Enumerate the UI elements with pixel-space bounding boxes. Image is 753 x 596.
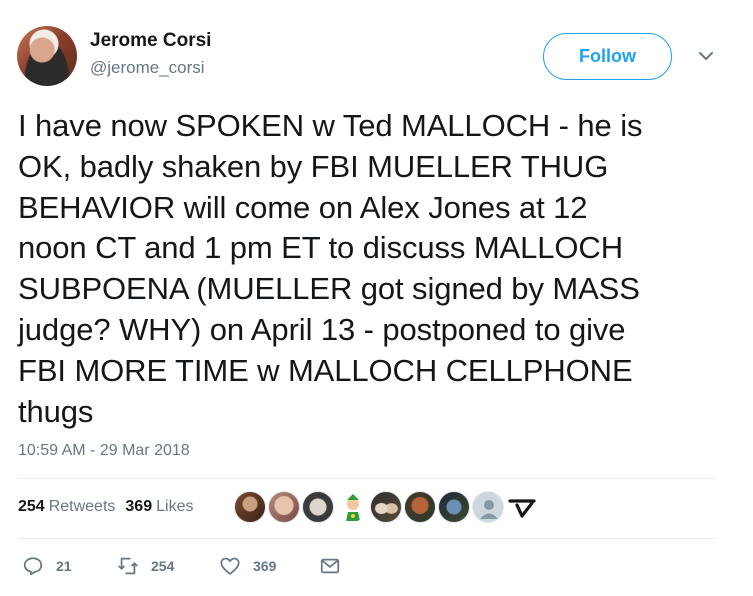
reply-button[interactable]: 21 (22, 554, 72, 578)
likes-stat[interactable]: 369 Likes (125, 498, 193, 516)
default-profile-icon (480, 500, 498, 519)
author-handle[interactable]: @jerome_corsi (90, 58, 205, 78)
likes-label: Likes (156, 498, 194, 515)
liker-avatar-2[interactable] (268, 491, 300, 523)
liker-avatar-8[interactable] (472, 491, 504, 523)
tweet-text: I have now SPOKEN w Ted MALLOCH - he is … (18, 108, 643, 429)
liker-avatar-4[interactable] (336, 491, 368, 523)
chevron-down-icon[interactable] (698, 50, 714, 62)
liker-avatar-5[interactable] (370, 491, 402, 523)
divider (18, 538, 716, 539)
heart-icon (220, 557, 240, 575)
tweet-stats: 254 Retweets 369 Likes (18, 498, 193, 516)
reply-icon (23, 557, 43, 576)
liker-avatar-1[interactable] (234, 491, 266, 523)
retweet-icon (118, 557, 138, 575)
tweet-timestamp[interactable]: 10:59 AM - 29 Mar 2018 (18, 442, 190, 460)
liker-avatar-9[interactable] (506, 491, 538, 523)
reply-count: 21 (56, 558, 72, 574)
tweet-card: Jerome Corsi @jerome_corsi Follow I have… (0, 0, 753, 596)
divider (18, 478, 716, 479)
retweet-button[interactable]: 254 (117, 554, 174, 578)
follow-button[interactable]: Follow (543, 33, 672, 80)
retweets-count: 254 (18, 498, 45, 515)
liker-avatar-3[interactable] (302, 491, 334, 523)
logo-glyph-icon (508, 499, 536, 518)
liker-avatar-7[interactable] (438, 491, 470, 523)
author-name[interactable]: Jerome Corsi (90, 30, 211, 52)
likes-count: 369 (125, 498, 153, 515)
retweets-stat[interactable]: 254 Retweets (18, 498, 115, 516)
liker-avatar-6[interactable] (404, 491, 436, 523)
like-button[interactable]: 369 (219, 554, 276, 578)
liked-by-avatars (234, 491, 538, 523)
leprechaun-icon (346, 494, 360, 521)
author-avatar[interactable] (17, 26, 77, 86)
like-count: 369 (253, 558, 277, 574)
retweet-count: 254 (151, 558, 175, 574)
envelope-icon (320, 558, 340, 574)
direct-message-button[interactable] (319, 554, 341, 578)
retweets-label: Retweets (48, 498, 116, 515)
